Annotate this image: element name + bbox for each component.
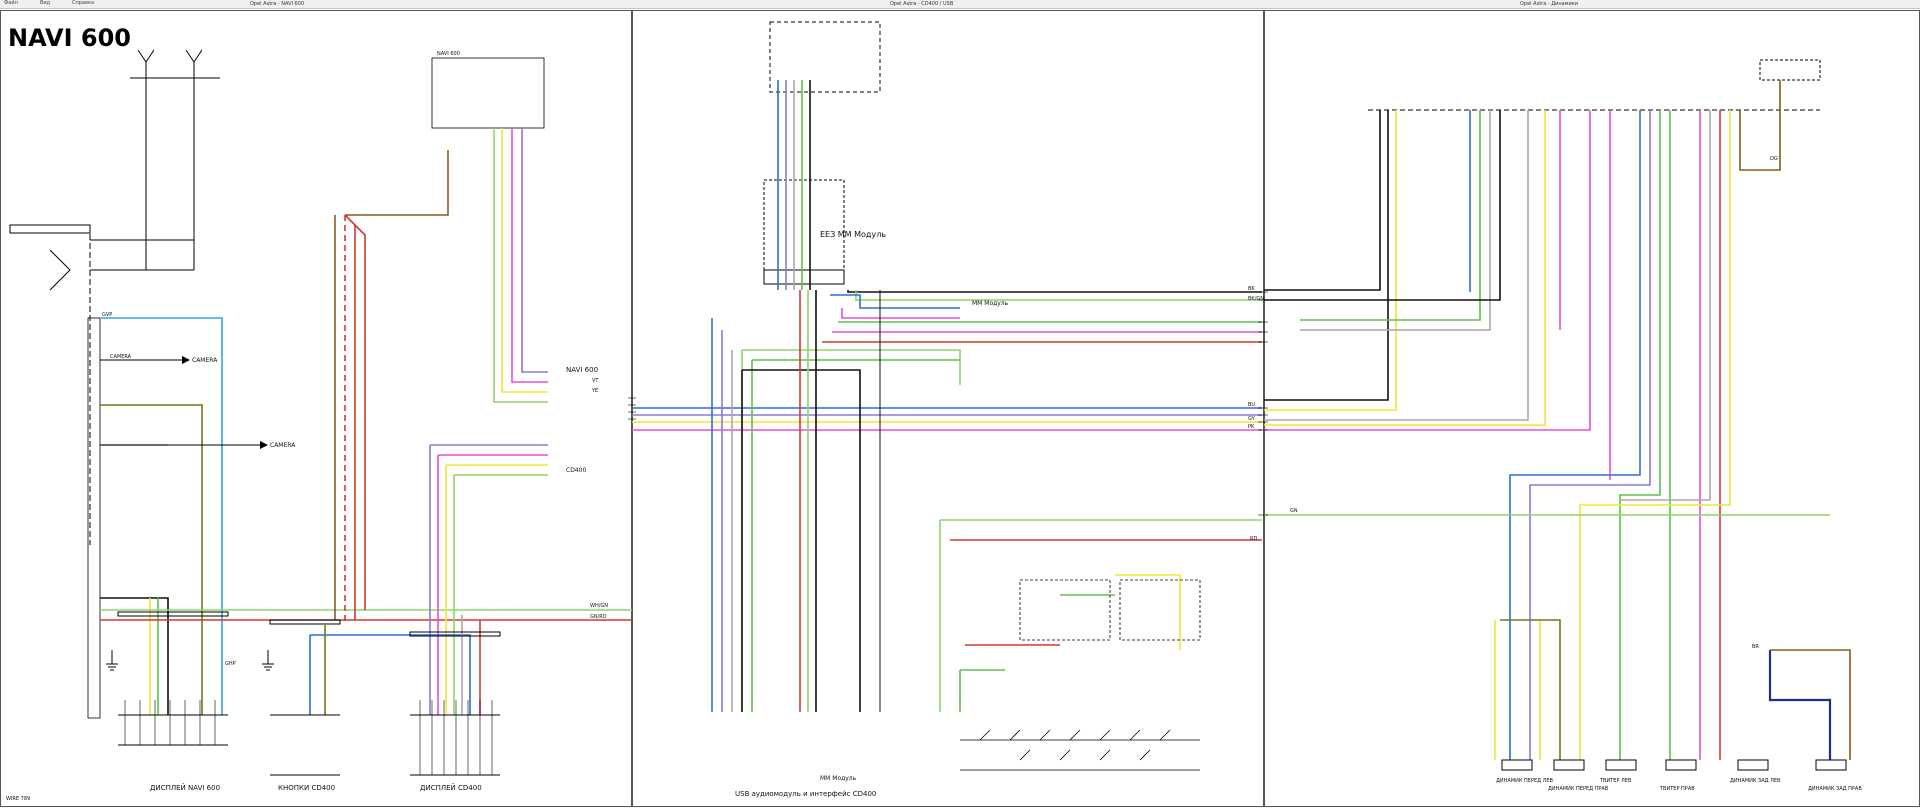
wire-label-cable: CAMERA <box>110 354 132 360</box>
wire-label-br: BR <box>1752 644 1759 650</box>
wiring-diagram: NAVI 600 NAVI 600 CAMERA CAMERA NAVI 600… <box>6 21 1862 802</box>
wire-label-og: OG <box>1770 156 1778 162</box>
wire-label-vt: VT <box>592 378 599 384</box>
wire-green-s3-1 <box>1300 110 1481 321</box>
navi600-head-unit <box>87 57 545 719</box>
buttons-cd400-label: КНОПКИ CD400 <box>278 784 335 792</box>
headline: NAVI 600 <box>8 24 131 52</box>
display-cd400-label: ДИСПЛЕЙ CD400 <box>420 783 482 792</box>
wire-brown-1 <box>345 150 449 216</box>
cd400-side-label: CD400 <box>566 467 586 474</box>
navi-connector-block <box>9 224 194 545</box>
speaker-icons <box>1501 759 1847 771</box>
wire-label-rd: RD <box>1250 536 1257 542</box>
wire-olive-1 <box>100 404 203 715</box>
wire-black-s3-2 <box>1264 110 1389 401</box>
speaker-label-4: ТВИТЕР ПРАВ <box>1659 786 1695 792</box>
wire-yellow-s3-2 <box>1264 110 1546 426</box>
speaker-label-1: ДИНАМИК ПЕРЕД ЛЕВ <box>1496 778 1554 784</box>
wire-label-ye: YE <box>591 388 598 394</box>
navi600-title-label: NAVI 600 <box>437 51 460 57</box>
wire-blue-s2-2 <box>830 294 960 309</box>
wire-label-bu: BU <box>1248 402 1255 408</box>
wire-black-s3-3 <box>1264 110 1501 301</box>
antenna-icon <box>130 49 220 270</box>
ground-icon <box>106 650 274 671</box>
camera-label-1: CAMERA <box>192 357 218 364</box>
wire-brown-s3-2 <box>1770 649 1851 760</box>
camera-label-2: CAMERA <box>270 442 296 449</box>
wire-yellow-2 <box>501 128 548 393</box>
wire-pink-s2-1 <box>841 308 960 319</box>
wire-green-s2-6 <box>959 669 1005 712</box>
switch-matrix <box>960 579 1201 771</box>
wire-label-bk: BK <box>1248 286 1255 292</box>
wire-label-bkgn: BK/GN <box>1248 296 1264 302</box>
wire-label-gn: GN <box>1290 508 1298 514</box>
wire-lightblue-1 <box>100 317 223 715</box>
wire-red-3 <box>354 224 366 610</box>
wire-pink-1 <box>511 128 548 383</box>
wire-label-ghp: GHP <box>225 661 236 667</box>
speaker-label-5: ДИНАМИК ЗАД ЛЕВ <box>1730 778 1781 784</box>
wire-label-gy: GY <box>1248 416 1256 422</box>
wire-pink-s3-2 <box>1264 110 1591 431</box>
wire-label-pk: PK <box>1248 424 1255 430</box>
wire-lightgreen-s2-2 <box>742 349 961 385</box>
wire-black-s3-1 <box>1264 110 1381 291</box>
footer-left-label: WIRE 789 <box>6 796 30 802</box>
wire-gray-s3-3 <box>1620 110 1711 501</box>
wire-yellow-s2-2 <box>1115 574 1181 650</box>
wire-label-gnrd: GN/RD <box>590 614 607 620</box>
bottom-connector-blocks-1 <box>117 611 501 776</box>
cd400-top-connector <box>763 21 881 285</box>
wire-gray-s3-1 <box>1300 110 1491 331</box>
display-navi600-label: ДИСПЛЕЙ NAVI 600 <box>150 783 220 792</box>
speaker-label-2: ДИНАМИК ПЕРЕД ПРАВ <box>1548 786 1609 792</box>
mm-module-label: ЕЕЗ ММ Модуль <box>820 230 886 239</box>
wire-yellow-s3-3 <box>1579 110 1731 760</box>
wire-label-gvp: GVP <box>102 312 112 318</box>
wire-violet-1 <box>521 128 548 373</box>
wire-yellow-s3-1 <box>1264 110 1397 411</box>
usb-module-label: USB аудиомодуль и интерфейс CD400 <box>735 790 876 798</box>
wire-black-s2-2 <box>847 290 1262 293</box>
wire-navy-s3-1 <box>1768 650 1832 760</box>
mm-module-side-label: ММ Модуль <box>972 300 1009 307</box>
speaker-top-connector <box>1368 59 1821 111</box>
border-pin-ticks <box>628 291 1268 516</box>
speaker-label-6: ДИНАМИК ЗАД ПРАВ <box>1808 786 1862 792</box>
bottom-pin-ticks-1 <box>124 700 493 775</box>
wire-red-2 <box>344 214 356 620</box>
navi600-side-label: NAVI 600 <box>566 366 598 374</box>
speaker-label-3: ТВИТЕР ЛЕВ <box>1599 778 1632 784</box>
mm-module-bottom-label: ММ Модуль <box>820 775 857 782</box>
camera-arrow-icon <box>100 356 268 449</box>
wire-label-whgn: WH/GN <box>590 603 608 609</box>
